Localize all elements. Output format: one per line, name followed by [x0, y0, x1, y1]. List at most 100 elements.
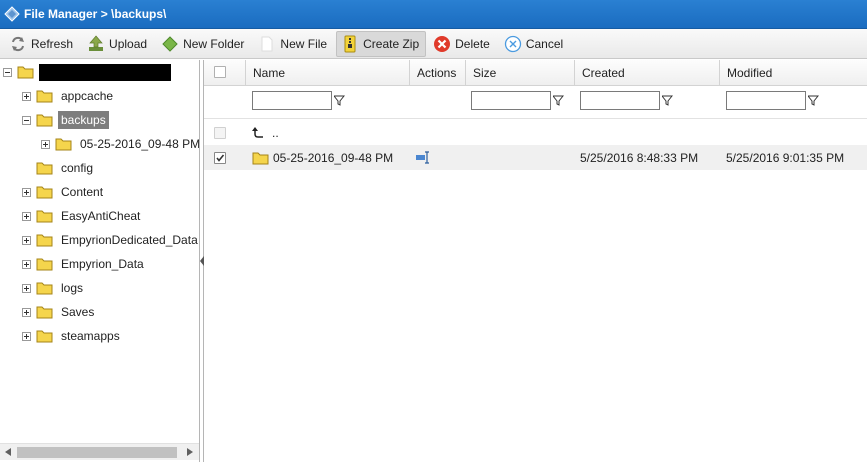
size-filter-input[interactable] — [471, 91, 551, 110]
row-checkbox-checked[interactable] — [214, 152, 226, 164]
delete-button[interactable]: Delete — [428, 31, 497, 57]
toolbar: Refresh Upload New Folder New File Creat… — [0, 29, 867, 59]
created-filter-input[interactable] — [580, 91, 660, 110]
tree-node-label: Saves — [61, 305, 95, 319]
cancel-button[interactable]: Cancel — [499, 31, 570, 57]
refresh-button[interactable]: Refresh — [4, 31, 80, 57]
collapse-icon[interactable] — [3, 67, 12, 77]
expand-icon[interactable] — [22, 187, 31, 197]
tree-node-label: config — [61, 161, 94, 175]
tree-node-appcache[interactable]: appcache — [22, 85, 116, 107]
new-file-icon — [258, 35, 276, 53]
filter-icon[interactable] — [808, 95, 819, 106]
tree-node-label: steamapps — [61, 329, 120, 343]
expand-icon[interactable] — [22, 235, 31, 245]
column-header-name[interactable]: Name — [246, 60, 410, 86]
tree-node-label: appcache — [61, 89, 114, 103]
upload-icon — [87, 34, 105, 53]
row-name: 05-25-2016_09-48 PM — [273, 150, 394, 165]
column-header-size[interactable]: Size — [466, 60, 575, 86]
grid-header: Name Actions Size Created Modified — [204, 60, 867, 86]
tree-node-backup-folder[interactable]: 05-25-2016_09-48 PM — [41, 133, 200, 155]
column-header-modified[interactable]: Modified — [720, 60, 867, 86]
folder-tree: appcache backups 05-25-2016_09-48 PM con… — [0, 60, 200, 462]
column-label: Actions — [417, 66, 457, 80]
redacted-root-label — [39, 63, 171, 81]
upload-button[interactable]: Upload — [82, 31, 154, 57]
file-manager-icon — [4, 6, 20, 22]
column-label: Name — [253, 66, 286, 80]
zip-icon — [341, 35, 359, 53]
tree-node-content[interactable]: Content — [22, 181, 106, 203]
refresh-label: Refresh — [31, 36, 74, 51]
tree-node-label: EasyAntiCheat — [61, 209, 141, 223]
tree-horizontal-scrollbar[interactable] — [0, 443, 199, 460]
scroll-right-icon[interactable] — [186, 448, 194, 457]
tree-node-label: EmpyrionDedicated_Data — [61, 233, 198, 247]
scrollbar-thumb[interactable] — [17, 447, 177, 458]
table-row-parent[interactable]: .. — [204, 120, 867, 145]
cancel-icon — [504, 35, 522, 53]
filter-icon[interactable] — [334, 95, 345, 106]
folder-open-icon — [36, 114, 53, 127]
modified-cell: 5/25/2016 9:01:35 PM — [726, 150, 845, 165]
tree-node-empyriondedicated-data[interactable]: EmpyrionDedicated_Data — [22, 229, 199, 251]
folder-icon — [252, 152, 269, 164]
filter-icon[interactable] — [662, 95, 673, 106]
column-label: Size — [473, 66, 497, 80]
tree-node-label: 05-25-2016_09-48 PM — [80, 137, 200, 151]
cancel-label: Cancel — [525, 36, 564, 51]
expand-icon[interactable] — [22, 91, 31, 101]
name-cell[interactable]: 05-25-2016_09-48 PM — [252, 145, 393, 170]
rename-icon[interactable] — [416, 150, 432, 165]
expand-icon[interactable] — [22, 307, 31, 317]
expand-icon[interactable] — [41, 139, 50, 149]
column-header-actions[interactable]: Actions — [410, 60, 466, 86]
select-all-cell — [204, 60, 246, 86]
created-cell: 5/25/2016 8:48:33 PM — [580, 150, 699, 165]
delete-icon — [433, 35, 451, 53]
create-zip-button[interactable]: Create Zip — [336, 30, 427, 57]
scroll-left-icon[interactable] — [4, 448, 12, 457]
title-bar: File Manager > \backups\ — [0, 0, 867, 29]
expand-icon[interactable] — [22, 211, 31, 221]
folder-icon — [36, 210, 53, 223]
new-folder-button[interactable]: New Folder — [156, 31, 251, 57]
expand-icon[interactable] — [22, 259, 31, 269]
tree-node-steamapps[interactable]: steamapps — [22, 325, 123, 347]
folder-open-icon — [17, 66, 34, 79]
actions-cell — [416, 145, 432, 170]
upload-label: Upload — [109, 36, 148, 51]
new-folder-label: New Folder — [183, 36, 245, 51]
folder-icon — [36, 186, 53, 199]
window-title: File Manager > \backups\ — [24, 7, 167, 21]
name-filter-input[interactable] — [252, 91, 332, 110]
tree-node-easyanticheat[interactable]: EasyAntiCheat — [22, 205, 143, 227]
refresh-icon — [9, 35, 27, 53]
tree-node-root[interactable] — [3, 61, 171, 83]
modified-filter-input[interactable] — [726, 91, 806, 110]
tree-node-saves[interactable]: Saves — [22, 301, 97, 323]
column-header-created[interactable]: Created — [575, 60, 720, 86]
file-grid: Name Actions Size Created Modified .. 05… — [204, 60, 867, 462]
tree-node-backups[interactable]: backups — [22, 109, 109, 131]
tree-node-config[interactable]: config — [36, 157, 96, 179]
tree-node-label: Empyrion_Data — [61, 257, 144, 271]
folder-icon — [36, 282, 53, 295]
filter-row — [204, 87, 867, 119]
name-cell: .. — [252, 120, 279, 145]
checkmark-icon — [216, 154, 225, 162]
tree-node-label: Content — [61, 185, 104, 199]
select-all-checkbox[interactable] — [214, 66, 226, 78]
expand-icon[interactable] — [22, 331, 31, 341]
folder-icon — [36, 330, 53, 343]
filter-icon[interactable] — [553, 95, 564, 106]
collapse-icon[interactable] — [22, 115, 31, 125]
table-row[interactable]: 05-25-2016_09-48 PM 5/25/2016 8:48:33 PM… — [204, 145, 867, 170]
tree-node-logs[interactable]: logs — [22, 277, 86, 299]
tree-node-label: logs — [61, 281, 84, 295]
tree-node-empyrion-data[interactable]: Empyrion_Data — [22, 253, 147, 275]
new-file-label: New File — [280, 36, 328, 51]
expand-icon[interactable] — [22, 283, 31, 293]
new-file-button[interactable]: New File — [253, 31, 334, 57]
